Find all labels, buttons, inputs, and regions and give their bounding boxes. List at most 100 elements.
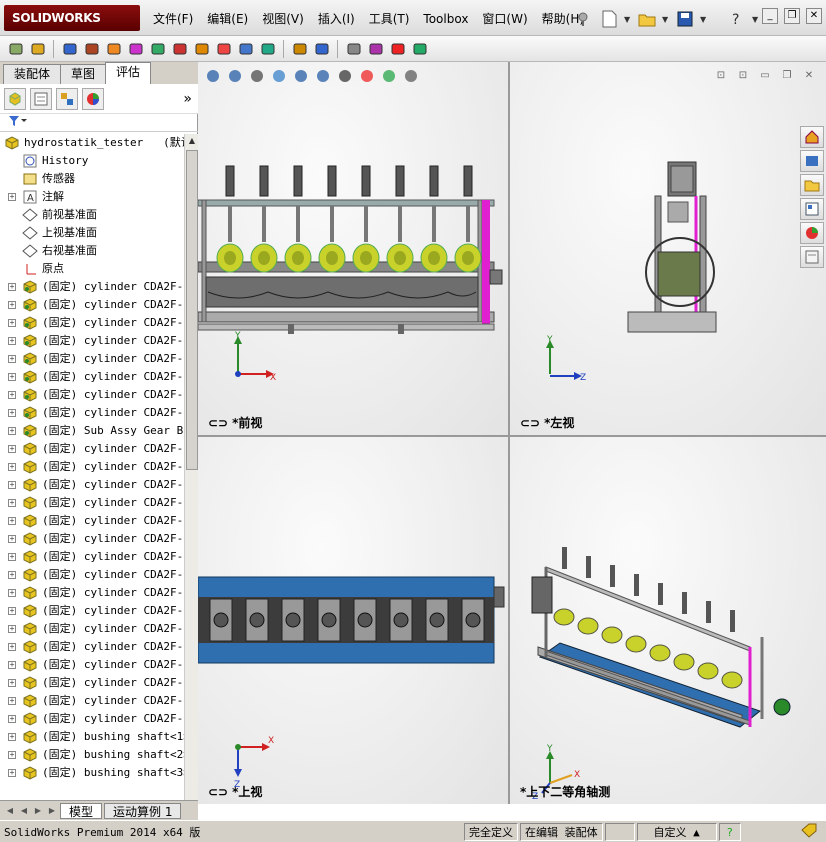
solidworks-logo[interactable]: SOLIDWORKS	[4, 5, 140, 31]
expand-icon[interactable]: +	[8, 571, 16, 579]
tab-assembly[interactable]: 装配体	[3, 64, 62, 84]
link-views-icon[interactable]: ⊡	[714, 70, 728, 82]
tree-item[interactable]: + (固定) cylinder CDA2F-6	[0, 278, 184, 296]
help-status-icon[interactable]: ?	[718, 822, 741, 841]
toolbar-tool-icon[interactable]	[344, 39, 363, 58]
file-explorer-icon[interactable]	[800, 174, 824, 196]
menu-2[interactable]: 视图(V)	[255, 10, 311, 28]
toolbar-tool-icon[interactable]	[192, 39, 211, 58]
configuration-manager-icon[interactable]	[56, 87, 78, 110]
tree-item[interactable]: + (固定) cylinder CDA2F-6	[0, 584, 184, 602]
tree-item[interactable]: 前视基准面	[0, 206, 184, 224]
expand-icon[interactable]: +	[8, 715, 16, 723]
feature-manager-icon[interactable]	[4, 87, 26, 110]
tree-item[interactable]: + (固定) cylinder CDA2F-6	[0, 332, 184, 350]
tree-item[interactable]: + (固定) bushing shaft<2>	[0, 746, 184, 764]
expand-icon[interactable]: +	[8, 319, 16, 327]
tree-item[interactable]: + (固定) cylinder CDA2F-6	[0, 458, 184, 476]
expand-icon[interactable]: +	[8, 391, 16, 399]
tab-evaluate[interactable]: 评估	[105, 62, 152, 84]
menu-3[interactable]: 插入(I)	[311, 10, 362, 28]
expand-icon[interactable]: +	[8, 517, 16, 525]
vertical-viewport-splitter[interactable]	[508, 62, 510, 804]
tree-item[interactable]: + (固定) cylinder CDA2F-6	[0, 314, 184, 332]
expand-panel-icon[interactable]: »	[183, 91, 192, 107]
toolbar-tool-icon[interactable]	[410, 39, 429, 58]
first-tab-icon[interactable]: ◀	[4, 805, 16, 817]
tree-item[interactable]: + (固定) cylinder CDA2F-6	[0, 548, 184, 566]
toolbar-tool-icon[interactable]	[104, 39, 123, 58]
section-view-icon[interactable]	[270, 67, 288, 85]
unit-system-select[interactable]: 自定义 ▲	[636, 822, 717, 841]
tree-item[interactable]: + (固定) cylinder CDA2F-6	[0, 566, 184, 584]
chevron-down-icon[interactable]: ▼	[700, 15, 708, 24]
tree-item[interactable]: + (固定) cylinder CDA2F-6	[0, 512, 184, 530]
toolbar-tool-icon[interactable]	[82, 39, 101, 58]
expand-icon[interactable]: +	[8, 481, 16, 489]
expand-icon[interactable]: +	[8, 535, 16, 543]
tree-item[interactable]: + (固定) cylinder CDA2F-6	[0, 296, 184, 314]
expand-icon[interactable]: +	[8, 445, 16, 453]
previous-view-icon[interactable]	[248, 67, 266, 85]
tree-item[interactable]: + (固定) cylinder CDA2F-6	[0, 350, 184, 368]
tab-model[interactable]: 模型	[60, 802, 103, 819]
chevron-down-icon[interactable]: ▼	[752, 15, 760, 24]
view-settings-icon[interactable]	[402, 67, 420, 85]
expand-icon[interactable]: +	[8, 769, 16, 777]
toolbar-tool-icon[interactable]	[214, 39, 233, 58]
expand-icon[interactable]: +	[8, 373, 16, 381]
toolbar-tool-icon[interactable]	[388, 39, 407, 58]
scroll-thumb[interactable]	[186, 150, 198, 470]
toolbar-tool-icon[interactable]	[170, 39, 189, 58]
apply-scene-icon[interactable]	[380, 67, 398, 85]
viewport-close-icon[interactable]: ✕	[802, 70, 816, 82]
viewport-restore-icon[interactable]: ❐	[780, 70, 794, 82]
tree-item[interactable]: + (固定) cylinder CDA2F-6	[0, 530, 184, 548]
filter-icon[interactable]	[8, 114, 28, 128]
viewport-link-icon[interactable]: ⊂⊃	[520, 416, 540, 430]
next-tab-icon[interactable]: ▶	[32, 805, 44, 817]
toolbar-tool-icon[interactable]	[290, 39, 309, 58]
expand-icon[interactable]: +	[8, 355, 16, 363]
tree-item[interactable]: + (固定) cylinder CDA2F-6	[0, 656, 184, 674]
tree-item[interactable]: + A 注解	[0, 188, 184, 206]
expand-icon[interactable]: +	[8, 679, 16, 687]
tree-scrollbar[interactable]: ▲ ▼	[184, 134, 198, 842]
toolbar-tool-icon[interactable]	[236, 39, 255, 58]
custom-properties-icon[interactable]	[800, 246, 824, 268]
zoom-to-fit-icon[interactable]	[204, 67, 222, 85]
expand-icon[interactable]: +	[8, 337, 16, 345]
tree-root[interactable]: hydrostatik_tester (默认<	[0, 134, 184, 152]
toolbar-tool-icon[interactable]	[28, 39, 47, 58]
tree-item[interactable]: + (固定) cylinder CDA2F-6	[0, 602, 184, 620]
tree-item[interactable]: + (固定) bushing shaft<1>	[0, 728, 184, 746]
toolbar-tool-icon[interactable]	[60, 39, 79, 58]
viewport-link-icon[interactable]: ⊂⊃	[208, 785, 228, 799]
menu-1[interactable]: 编辑(E)	[200, 10, 255, 28]
graphics-area[interactable]: ⊡ ⊡ ▭ ❐ ✕ Y X ⊂⊃ *前视 Y Z ⊂⊃ *左视 X Z ⊂⊃ *…	[198, 62, 826, 820]
appearances-icon[interactable]	[800, 222, 824, 244]
display-style-icon[interactable]	[314, 67, 332, 85]
tree-item[interactable]: + (固定) cylinder CDA2F-6	[0, 386, 184, 404]
expand-icon[interactable]: +	[8, 697, 16, 705]
sync-views-icon[interactable]: ⊡	[736, 70, 750, 82]
tree-item[interactable]: + (固定) Sub Assy Gear Bo	[0, 422, 184, 440]
expand-icon[interactable]: +	[8, 643, 16, 651]
open-folder-icon[interactable]	[636, 8, 658, 30]
tree-item[interactable]: + (固定) cylinder CDA2F-6	[0, 440, 184, 458]
menu-4[interactable]: 工具(T)	[362, 10, 417, 28]
menu-6[interactable]: 窗口(W)	[475, 10, 534, 28]
toolbar-tool-icon[interactable]	[148, 39, 167, 58]
menu-0[interactable]: 文件(F)	[146, 10, 200, 28]
viewport-left[interactable]: Y Z ⊂⊃ *左视	[510, 62, 826, 435]
help-icon[interactable]: ?	[726, 8, 748, 30]
toolbar-tool-icon[interactable]	[366, 39, 385, 58]
horizontal-viewport-splitter[interactable]	[198, 435, 826, 437]
viewport-link-icon[interactable]: ⊂⊃	[208, 416, 228, 430]
display-manager-icon[interactable]	[82, 87, 104, 110]
tree-item[interactable]: 原点	[0, 260, 184, 278]
tab-sketch[interactable]: 草图	[60, 64, 107, 84]
chevron-down-icon[interactable]: ▼	[624, 15, 632, 24]
expand-icon[interactable]: +	[8, 301, 16, 309]
toolbar-tool-icon[interactable]	[258, 39, 277, 58]
